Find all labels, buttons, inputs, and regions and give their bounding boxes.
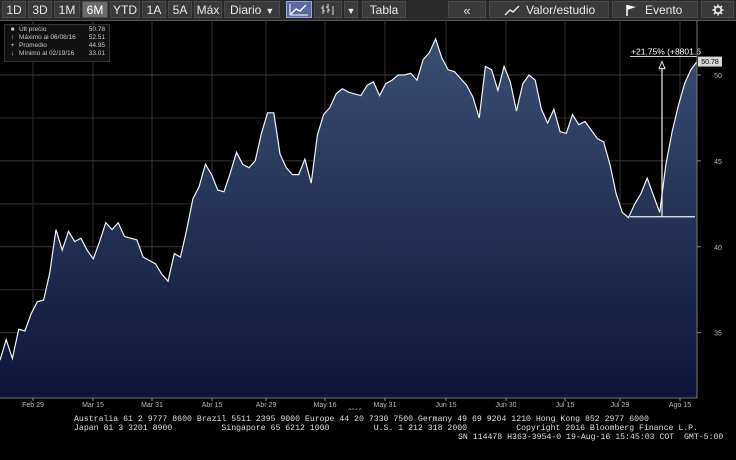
x-tick-label: Abr 15 — [202, 402, 223, 409]
footer-copyright-line: Japan 81 3 3201 8900 Singapore 65 6212 1… — [74, 424, 698, 433]
legend-label: Promedio — [19, 42, 47, 49]
value-study-label: Valor/estudio — [526, 3, 596, 17]
x-tick-label: Jun 30 — [495, 402, 516, 409]
candle-chart-icon — [321, 4, 334, 15]
legend-row-min: ↓ Mínimo al 02/19/16 33.01 — [7, 50, 107, 58]
settings-button[interactable] — [701, 1, 734, 18]
legend-value: 33.01 — [88, 50, 105, 57]
footer: Australia 61 2 9777 8600 Brazil 5511 239… — [0, 410, 736, 460]
legend-row-last: ■ Últ precio 50.78 — [7, 26, 107, 34]
period-1a-button[interactable]: 1A — [142, 1, 166, 18]
x-tick-label: Jul 15 — [556, 402, 575, 409]
period-ytd-button[interactable]: YTD — [110, 1, 140, 18]
event-button[interactable]: Evento — [612, 1, 698, 18]
x-tick-label: Mar 15 — [82, 402, 104, 409]
arrow-up-icon — [658, 60, 666, 70]
line-chart-button[interactable] — [286, 1, 312, 18]
caret-down-icon: ▼ — [346, 6, 356, 16]
y-tick-label: 45 — [714, 159, 722, 166]
x-tick-label: Ago 15 — [669, 402, 691, 409]
legend-label: Últ precio — [19, 26, 47, 33]
plus-icon: + — [10, 42, 15, 49]
square-icon: ■ — [10, 27, 15, 33]
legend-label: Máximo al 06/08/16 — [19, 34, 76, 41]
period-1d-button[interactable]: 1D — [2, 1, 26, 18]
toolbar: 1D 3D 1M 6M YTD 1A 5A Máx Diario ▼ ▼ Tabl… — [0, 0, 736, 21]
x-tick-label: May 31 — [374, 402, 397, 409]
flag-icon — [626, 5, 636, 16]
candle-chart-button[interactable] — [314, 1, 342, 18]
table-button[interactable]: Tabla — [362, 1, 406, 18]
caret-down-icon: ▼ — [265, 6, 275, 16]
x-tick-label: May 16 — [314, 402, 337, 409]
double-chevron-left-icon: « — [463, 3, 471, 18]
annotation-label: +21.75% (+8801.6 — [631, 47, 701, 57]
period-6m-button[interactable]: 6M — [82, 1, 108, 18]
y-tick-label: 40 — [714, 245, 722, 252]
footer-contacts-line: Australia 61 2 9777 8600 Brazil 5511 239… — [74, 415, 649, 424]
arrow-down-icon: ↓ — [10, 50, 15, 57]
y-tick-label: 35 — [714, 331, 722, 338]
frequency-value: Diario — [230, 3, 262, 17]
trend-icon — [504, 5, 520, 16]
event-label: Evento — [645, 3, 683, 17]
legend-row-avg: + Promedio 44.95 — [7, 42, 107, 50]
chart-type-dropdown[interactable]: ▼ — [344, 1, 358, 18]
back-button[interactable]: « — [448, 1, 486, 18]
arrow-up-icon: ↑ — [10, 34, 15, 41]
legend-value: 50.78 — [88, 26, 105, 33]
period-3d-button[interactable]: 3D — [28, 1, 52, 18]
x-tick-label: Feb 29 — [22, 402, 44, 409]
period-5a-button[interactable]: 5A — [168, 1, 192, 18]
legend-row-max: ↑ Máximo al 06/08/16 52.51 — [7, 34, 107, 42]
chart-legend: ■ Últ precio 50.78 ↑ Máximo al 06/08/16 … — [4, 24, 110, 62]
y-tick-label: 50 — [714, 73, 722, 80]
price-chart: +21.75% (+8801.6 35 40 45 50 Feb 29 Mar 15 Mar… — [0, 20, 722, 410]
x-tick-label: Mar 31 — [141, 402, 163, 409]
period-1m-button[interactable]: 1M — [54, 1, 80, 18]
x-tick-label: Jun 15 — [435, 402, 456, 409]
legend-value: 52.51 — [88, 34, 105, 41]
period-max-button[interactable]: Máx — [194, 1, 222, 18]
frequency-select[interactable]: Diario ▼ — [224, 1, 280, 18]
x-tick-label: Jul 29 — [611, 402, 630, 409]
line-chart-icon — [289, 4, 308, 16]
value-study-button[interactable]: Valor/estudio — [489, 1, 609, 18]
legend-label: Mínimo al 02/19/16 — [19, 50, 75, 57]
legend-value: 44.95 — [88, 42, 105, 49]
x-tick-label: Abr 29 — [256, 402, 277, 409]
footer-session-line: SN 114478 H363-3954-0 19-Aug-16 15:45:03… — [458, 433, 724, 442]
gear-icon — [712, 4, 723, 16]
last-price-tag-label: 50.78 — [701, 59, 719, 66]
